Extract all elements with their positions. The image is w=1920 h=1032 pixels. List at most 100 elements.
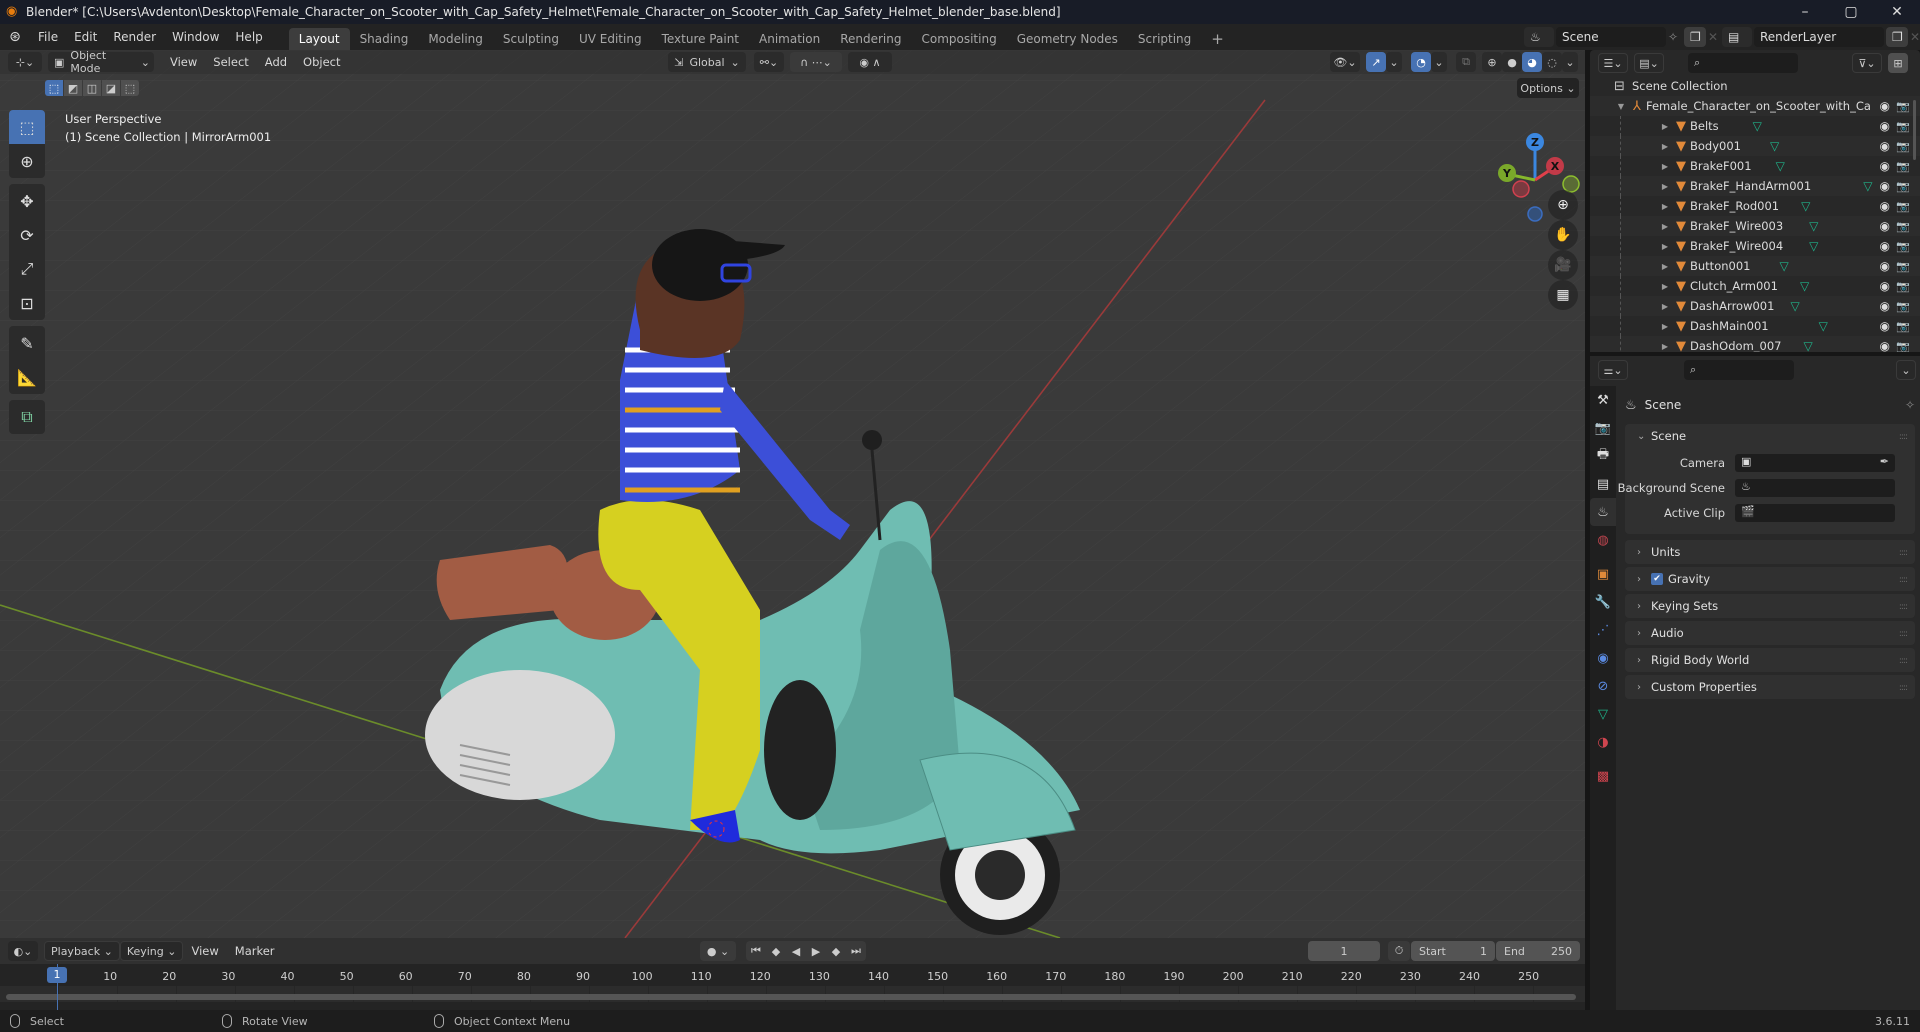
outliner-object-row[interactable]: ▶ ▼ Clutch_Arm001 ▽ ◉ 📷	[1590, 276, 1920, 296]
timeline-scrollbar[interactable]	[6, 994, 1576, 1000]
new-view-layer-icon[interactable]: ❐	[1886, 27, 1908, 47]
viewport-menu-select[interactable]: Select	[205, 50, 256, 75]
scene-collection-row[interactable]: ⊟ Scene Collection	[1590, 76, 1920, 96]
mesh-data-icon[interactable]: ▽	[1801, 199, 1810, 213]
gizmo-neg-x-axis[interactable]	[1512, 180, 1530, 198]
timeline-menu-marker[interactable]: Marker	[227, 938, 283, 964]
scene-panel-header[interactable]: ⌄ Scene	[1625, 424, 1915, 448]
viewport-menu-view[interactable]: View	[162, 50, 205, 75]
select-box-tool[interactable]: ⬚	[9, 110, 45, 144]
properties-search-input[interactable]: ⌕	[1684, 360, 1794, 380]
tab-shading[interactable]: Shading	[350, 28, 419, 50]
render-camera-icon[interactable]: 📷	[1896, 140, 1910, 153]
playhead-marker[interactable]: 1	[47, 967, 67, 983]
add-workspace-button[interactable]: +	[1201, 28, 1234, 50]
visibility-eye-icon[interactable]: ◉	[1880, 119, 1890, 133]
playback-menu[interactable]: Playback ⌄	[44, 941, 120, 961]
outliner-search-input[interactable]: ⌕	[1688, 53, 1798, 73]
tab-output-icon[interactable]: 🖶	[1590, 442, 1616, 470]
camera-field[interactable]: ▣ ✒	[1735, 454, 1895, 472]
panel-gravity[interactable]: › ✔ Gravity::::	[1625, 567, 1915, 591]
panel-units[interactable]: › Units::::	[1625, 540, 1915, 564]
visibility-eye-icon[interactable]: ◉	[1880, 219, 1890, 233]
tab-compositing[interactable]: Compositing	[911, 28, 1006, 50]
3d-viewport[interactable]: ⊹⌄ ▣ Object Mode ⌄ View Select Add Objec…	[0, 50, 1585, 938]
drag-grip-icon[interactable]: ::::	[1899, 575, 1908, 585]
collapse-triangle-icon[interactable]: ▼	[1614, 102, 1628, 111]
eyedropper-icon[interactable]: ✒	[1880, 455, 1889, 468]
outliner-scrollbar[interactable]	[1913, 100, 1916, 160]
properties-editor-type-icon[interactable]: ⚌⌄	[1598, 360, 1628, 380]
tab-tool-icon[interactable]: ⚒	[1590, 386, 1616, 414]
outliner-object-row[interactable]: ▶ ▼ Body001 ▽ ◉ 📷	[1590, 136, 1920, 156]
collection-row[interactable]: ▼ ⅄ Female_Character_on_Scooter_with_Ca …	[1590, 96, 1920, 116]
menu-window[interactable]: Window	[164, 24, 227, 50]
gizmo-dropdown[interactable]: ⌄	[1386, 52, 1402, 72]
visibility-eye-icon[interactable]: ◉	[1880, 319, 1890, 333]
annotate-tool[interactable]: ✎	[9, 326, 45, 360]
expand-triangle-icon[interactable]: ▶	[1658, 242, 1672, 251]
play-icon[interactable]: ▶	[806, 941, 826, 961]
blender-menu-icon[interactable]: ⊛	[0, 29, 30, 45]
pin-icon[interactable]: ✧	[1905, 398, 1915, 412]
filter-icon[interactable]: ⊽⌄	[1852, 53, 1882, 73]
visibility-eye-icon[interactable]: ◉	[1880, 279, 1890, 293]
outliner-object-row[interactable]: ▶ ▼ DashMain001 ▽ ◉ 📷	[1590, 316, 1920, 336]
render-camera-icon[interactable]: 📷	[1896, 280, 1910, 293]
next-keyframe-icon[interactable]: ◆	[826, 941, 846, 961]
timeline-ruler[interactable]: 10 20 30 40 50 60 70 80 90 100 110 120 130 140 150 160 1…	[0, 964, 1585, 1010]
tab-physics-icon[interactable]: ◉	[1590, 644, 1616, 672]
tab-texture-paint[interactable]: Texture Paint	[652, 28, 749, 50]
delete-scene-icon[interactable]: ✕	[1708, 30, 1722, 44]
select-intersect-icon[interactable]: ⬚	[121, 80, 139, 96]
tab-animation[interactable]: Animation	[749, 28, 830, 50]
select-new-icon[interactable]: ⬚	[45, 80, 63, 96]
end-frame-field[interactable]: End 250	[1496, 941, 1580, 961]
menu-file[interactable]: File	[30, 24, 66, 50]
visibility-eye-icon[interactable]: ◉	[1880, 239, 1890, 253]
options-dropdown[interactable]: Options ⌄	[1517, 78, 1579, 98]
expand-triangle-icon[interactable]: ▶	[1658, 182, 1672, 191]
select-subtract-icon[interactable]: ◫	[83, 80, 101, 96]
rotate-tool[interactable]: ⟳	[9, 218, 45, 252]
tab-modeling[interactable]: Modeling	[418, 28, 493, 50]
outliner-object-row[interactable]: ▶ ▼ BrakeF001 ▽ ◉ 📷	[1590, 156, 1920, 176]
jump-to-start-icon[interactable]: ⏮	[746, 941, 766, 961]
tab-texture-icon[interactable]: ▩	[1590, 762, 1616, 790]
properties-options-dropdown[interactable]: ⌄	[1896, 360, 1916, 380]
drag-grip-icon[interactable]: ::::	[1899, 602, 1908, 612]
pin-icon[interactable]: ✧	[1668, 30, 1682, 44]
drag-grip-icon[interactable]: ::::	[1899, 683, 1908, 693]
scene-name-field[interactable]: Scene	[1556, 27, 1666, 47]
outliner-object-row[interactable]: ▶ ▼ BrakeF_Wire003 ▽ ◉ 📷	[1590, 216, 1920, 236]
menu-edit[interactable]: Edit	[66, 24, 105, 50]
render-camera-icon[interactable]: 📷	[1896, 160, 1910, 173]
outliner-object-row[interactable]: ▶ ▼ BrakeF_Wire004 ▽ ◉ 📷	[1590, 236, 1920, 256]
selectability-visibility-dropdown[interactable]: 👁⌄	[1330, 52, 1360, 72]
expand-triangle-icon[interactable]: ▶	[1658, 282, 1672, 291]
minimize-button[interactable]: –	[1782, 0, 1828, 24]
gizmo-neg-z-axis[interactable]	[1527, 206, 1543, 222]
outliner-object-row[interactable]: ▶ ▼ BrakeF_HandArm001 ▽ ◉ 📷	[1590, 176, 1920, 196]
outliner-object-row[interactable]: ▶ ▼ BrakeF_Rod001 ▽ ◉ 📷	[1590, 196, 1920, 216]
render-camera-icon[interactable]: 📷	[1896, 300, 1910, 313]
expand-triangle-icon[interactable]: ▶	[1658, 222, 1672, 231]
rendered-shading-button[interactable]: ◌	[1542, 52, 1562, 72]
viewport-menu-add[interactable]: Add	[257, 50, 295, 75]
shading-dropdown[interactable]: ⌄	[1562, 52, 1578, 72]
display-mode-icon[interactable]: ▤⌄	[1634, 53, 1664, 73]
mesh-data-icon[interactable]: ▽	[1809, 219, 1818, 233]
tab-uv-editing[interactable]: UV Editing	[569, 28, 652, 50]
pan-hand-icon[interactable]: ✋	[1548, 220, 1578, 250]
tab-object-icon[interactable]: ▣	[1590, 560, 1616, 588]
scene-selector[interactable]: ♨ Scene ✧ ❐ ✕	[1524, 27, 1722, 47]
timeline-editor-type-icon[interactable]: ◐⌄	[8, 941, 38, 961]
maximize-button[interactable]: ▢	[1828, 0, 1874, 24]
menu-help[interactable]: Help	[227, 24, 270, 50]
solid-shading-button[interactable]: ●	[1502, 52, 1522, 72]
preview-range-icon[interactable]: ⏱	[1388, 941, 1410, 961]
pivot-point-dropdown[interactable]: ⚯⌄	[754, 52, 784, 72]
camera-view-icon[interactable]: 🎥	[1548, 250, 1578, 280]
visibility-eye-icon[interactable]: ◉	[1880, 199, 1890, 213]
mesh-data-icon[interactable]: ▽	[1803, 339, 1812, 352]
